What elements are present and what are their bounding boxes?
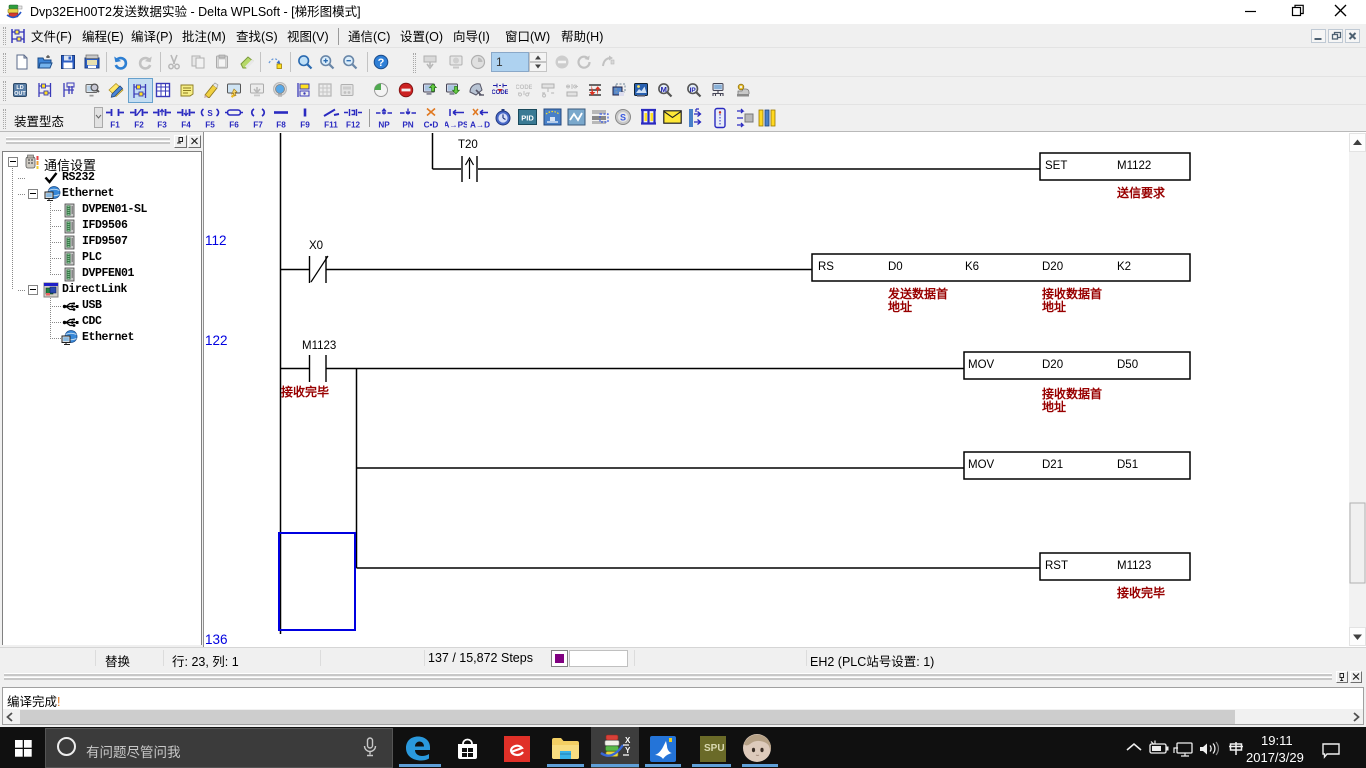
svg-text:M: M <box>661 85 667 94</box>
svg-text:X: X <box>625 736 631 745</box>
svg-text:IP: IP <box>690 87 697 94</box>
svg-text:F1: F1 <box>110 121 120 130</box>
svg-text:F12: F12 <box>346 121 361 130</box>
svg-text:C•D: C•D <box>424 121 439 130</box>
svg-text:PN: PN <box>402 121 413 130</box>
svg-text:F2: F2 <box>134 121 144 130</box>
svg-text:OUT: OUT <box>14 91 26 97</box>
svg-text:F6: F6 <box>229 121 239 130</box>
svg-text:A→D: A→D <box>470 121 490 130</box>
svg-text:CODE: CODE <box>516 85 532 91</box>
svg-text:F5: F5 <box>205 121 215 130</box>
svg-text:F11: F11 <box>324 121 338 130</box>
svg-text:F7: F7 <box>253 121 263 130</box>
svg-text:Y: Y <box>625 746 631 755</box>
svg-text:F9: F9 <box>300 121 310 130</box>
svg-text:F3: F3 <box>157 121 167 130</box>
svg-text:S: S <box>620 113 626 123</box>
svg-text:NP: NP <box>378 121 390 130</box>
svg-text:F4: F4 <box>181 121 191 130</box>
svg-text:PID: PID <box>521 114 534 123</box>
svg-text:S: S <box>207 109 213 118</box>
svg-text:?: ? <box>378 57 385 69</box>
svg-text:A→PS: A→PS <box>445 121 467 130</box>
svg-text:F8: F8 <box>276 121 286 130</box>
